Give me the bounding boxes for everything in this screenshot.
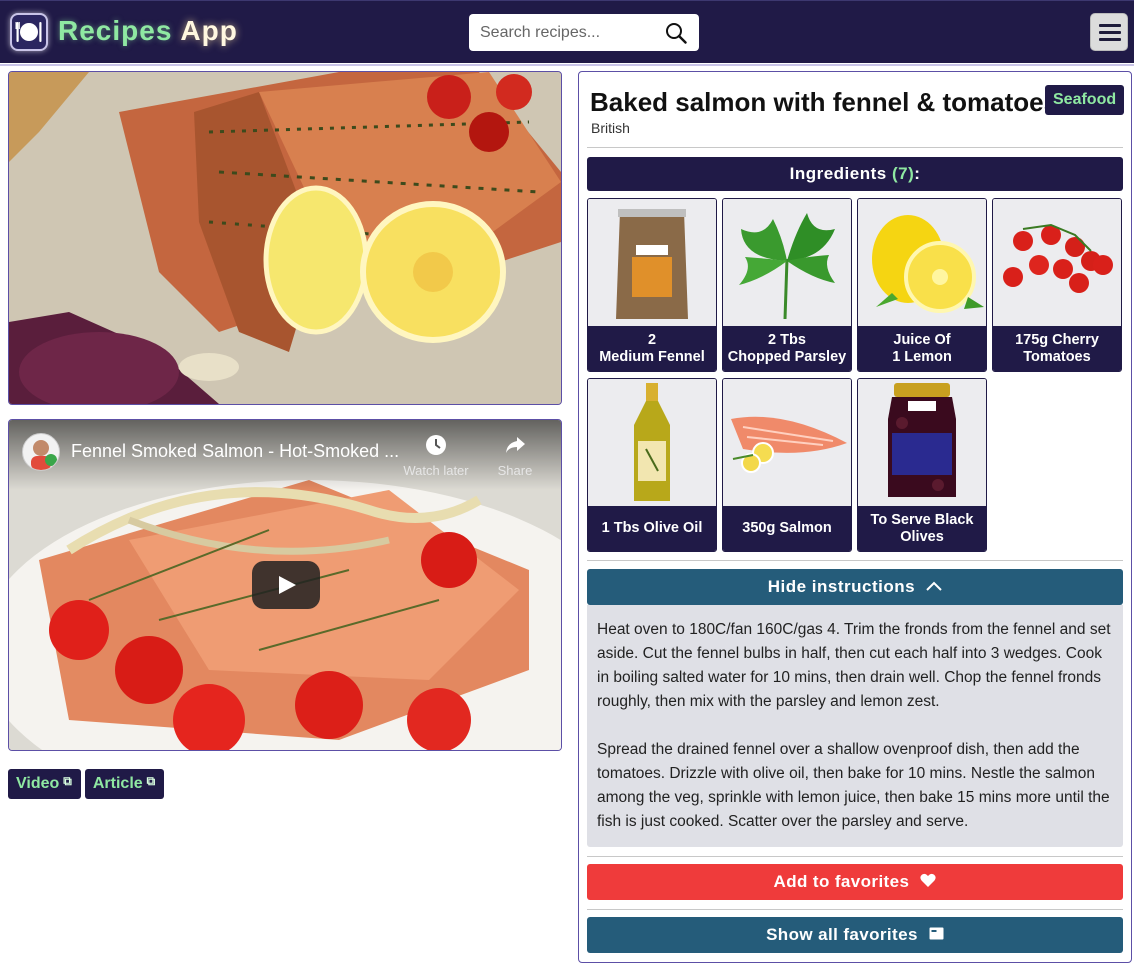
instruction-paragraph: Heat oven to 180C/fan 160C/gas 4. Trim t… (597, 621, 1111, 710)
app-brand[interactable]: Recipes App (58, 15, 238, 47)
heart-icon (920, 873, 937, 888)
brand-part-1: Recipes (58, 15, 173, 46)
article-link-button[interactable]: Article ⧉ (84, 769, 165, 799)
search-bar (469, 14, 699, 51)
olive-oil-image (588, 379, 716, 506)
divider (587, 147, 1123, 148)
ingredients-count: (7) (891, 164, 915, 183)
add-to-favorites-button[interactable]: Add to favorites (587, 864, 1123, 900)
instruction-paragraph: Spread the drained fennel over a shallow… (597, 741, 1110, 830)
search-icon[interactable] (665, 22, 687, 44)
video-title[interactable]: Fennel Smoked Salmon - Hot-Smoked ... (71, 441, 401, 462)
chevron-up-icon (926, 581, 943, 591)
external-link-icon: ⧉ (146, 774, 156, 788)
article-link-label: Article (92, 775, 143, 792)
meal-title: Baked salmon with fennel & tomatoes (590, 87, 1059, 117)
toggle-instructions-label: Hide instructions (767, 577, 916, 596)
ingredients-suffix: : (914, 164, 921, 183)
video-link-label: Video (16, 775, 60, 792)
list-card-icon (929, 927, 944, 940)
ingredient-caption: 350g Salmon (723, 506, 851, 551)
share-label: Share (497, 463, 533, 478)
brand-part-2: App (180, 15, 238, 46)
ingredients-label: Ingredients (789, 164, 887, 183)
play-button[interactable] (252, 561, 320, 609)
divider (587, 560, 1123, 561)
lemon-image (858, 199, 986, 326)
divider (587, 909, 1123, 910)
clock-icon (426, 435, 446, 455)
watch-later-label: Watch later (403, 463, 469, 478)
parsley-image (723, 199, 851, 326)
recipe-details-panel: Baked salmon with fennel & tomatoes Brit… (578, 71, 1132, 963)
meal-area: British (591, 120, 630, 136)
ingredient-caption: 1 Tbs Olive Oil (588, 506, 716, 551)
share-arrow-icon (506, 437, 525, 453)
plate-cutlery-icon[interactable] (10, 13, 48, 51)
salmon-image (723, 379, 851, 506)
video-link-button[interactable]: Video ⧉ (8, 769, 81, 799)
source-links: Video ⧉ Article ⧉ (8, 769, 168, 799)
ingredient-card[interactable]: 175g Cherry Tomatoes (992, 198, 1122, 372)
meal-photo (8, 71, 562, 405)
watch-later-button[interactable]: Watch later (396, 434, 476, 478)
share-button[interactable]: Share (475, 434, 555, 478)
show-favorites-label: Show all favorites (766, 925, 918, 944)
ingredient-caption: Juice Of 1 Lemon (858, 326, 986, 371)
ingredient-caption: 175g Cherry Tomatoes (993, 326, 1121, 371)
ingredient-card[interactable]: To Serve Black Olives (857, 378, 987, 552)
search-input[interactable] (469, 14, 670, 51)
show-favorites-button[interactable]: Show all favorites (587, 917, 1123, 953)
fennel-image (588, 199, 716, 326)
ingredient-caption: 2 Tbs Chopped Parsley (723, 326, 851, 371)
divider (587, 856, 1123, 857)
instructions-body: Heat oven to 180C/fan 160C/gas 4. Trim t… (587, 605, 1123, 847)
black-olives-image (858, 379, 986, 506)
cherry-tomatoes-image (993, 199, 1121, 326)
hamburger-menu-icon[interactable] (1090, 13, 1128, 51)
ingredient-card[interactable]: Juice Of 1 Lemon (857, 198, 987, 372)
add-to-favorites-label: Add to favorites (773, 872, 910, 891)
external-link-icon: ⧉ (63, 774, 72, 788)
ingredient-caption: 2 Medium Fennel (588, 326, 716, 371)
youtube-video-embed[interactable]: Fennel Smoked Salmon - Hot-Smoked ... Wa… (8, 419, 562, 751)
ingredient-card[interactable]: 2 Tbs Chopped Parsley (722, 198, 852, 372)
ingredient-card[interactable]: 2 Medium Fennel (587, 198, 717, 372)
category-badge[interactable]: Seafood (1045, 85, 1125, 115)
channel-avatar[interactable] (22, 433, 60, 471)
top-navbar: Recipes App (0, 0, 1134, 66)
ingredient-caption: To Serve Black Olives (858, 506, 986, 551)
toggle-instructions-button[interactable]: Hide instructions (587, 569, 1123, 605)
ingredients-header: Ingredients (7): (587, 157, 1123, 191)
ingredient-card[interactable]: 350g Salmon (722, 378, 852, 552)
ingredient-card[interactable]: 1 Tbs Olive Oil (587, 378, 717, 552)
